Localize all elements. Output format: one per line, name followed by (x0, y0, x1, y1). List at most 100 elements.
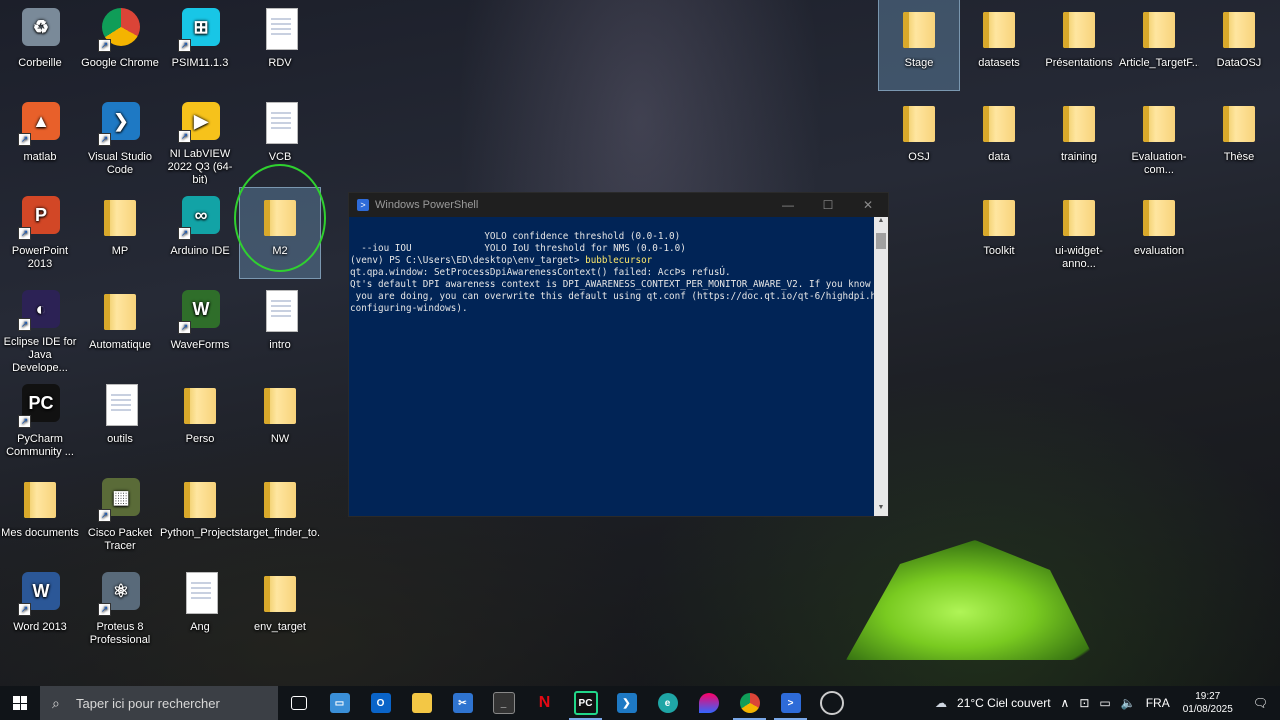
shortcut-arrow-icon: ↗ (98, 603, 111, 616)
language-indicator[interactable]: FRA (1141, 696, 1175, 710)
desktop-icon-datasets[interactable]: datasets (959, 0, 1039, 90)
network-icon[interactable]: ⊡ (1074, 696, 1094, 710)
anaconda-icon[interactable] (688, 686, 729, 720)
folder-icon (1215, 4, 1263, 52)
desktop-icon-th-se[interactable]: Thèse (1199, 94, 1279, 184)
folder-icon (16, 474, 64, 522)
clock[interactable]: 19:27 01/08/2025 (1175, 690, 1241, 716)
desktop-icon-label: DataOSJ (1216, 57, 1262, 69)
shortcut-arrow-icon: ↗ (18, 227, 31, 240)
desktop-icon-training[interactable]: training (1039, 94, 1119, 184)
desktop-icon-toolkit[interactable]: Toolkit (959, 188, 1039, 278)
desktop-icon-pr-sentations[interactable]: Présentations (1039, 0, 1119, 90)
desktop-icon-matlab[interactable]: ▲ ↗ matlab (0, 94, 80, 184)
desktop-icon-label: training (1060, 151, 1098, 163)
folder-icon (1215, 98, 1263, 146)
desktop-icon-cisco-packet-tracer[interactable]: ▦ ↗ Cisco Packet Tracer (80, 470, 160, 560)
edge-icon[interactable]: e (647, 686, 688, 720)
bubblecursor-taskbar-icon[interactable] (811, 686, 852, 720)
powershell-window[interactable]: > Windows PowerShell — ☐ ✕ YOLO confiden… (348, 192, 889, 517)
close-icon[interactable]: ✕ (848, 198, 888, 212)
desktop-icon-label: Evaluation-com... (1131, 151, 1187, 176)
desktop-icon-osj[interactable]: OSJ (879, 94, 959, 184)
scroll-down-icon[interactable]: ▼ (874, 504, 888, 516)
desktop-icon-google-chrome[interactable]: ↗ Google Chrome (80, 0, 160, 90)
weather-text[interactable]: 21°C Ciel couvert (952, 696, 1056, 710)
desktop-icon-proteus-8-professional[interactable]: ⚛ ↗ Proteus 8 Professional (80, 564, 160, 654)
desktop-icon-automatique[interactable]: Automatique (80, 282, 160, 372)
desktop-icon-evaluation-com[interactable]: Evaluation-com... (1119, 94, 1199, 184)
desktop-icon-target-finder-to[interactable]: target_finder_to... (240, 470, 320, 560)
desktop-icon-env-target[interactable]: env_target (240, 564, 320, 654)
folder-icon (975, 4, 1023, 52)
outlook-icon[interactable]: O (360, 686, 401, 720)
desktop-icon-psim11-1-3[interactable]: ⊞ ↗ PSIM11.1.3 (160, 0, 240, 90)
matlab-icon: ▲ ↗ (16, 98, 64, 146)
console-output[interactable]: YOLO confidence threshold (0.0-1.0) --io… (349, 217, 874, 516)
chrome-taskbar-icon[interactable] (729, 686, 770, 720)
shortcut-arrow-icon: ↗ (98, 39, 111, 52)
remote-desktop-icon[interactable]: ▭ (319, 686, 360, 720)
desktop-icon-corbeille[interactable]: ♻ Corbeille (0, 0, 80, 90)
desktop-icon-label: Mes documents (1, 527, 79, 539)
task-view-icon[interactable] (278, 686, 319, 720)
scrollbar-thumb[interactable] (876, 233, 886, 249)
desktop-icon-waveforms[interactable]: W ↗ WaveForms (160, 282, 240, 372)
psim-icon: ⊞ ↗ (176, 4, 224, 52)
volume-icon[interactable]: 🔈 (1116, 696, 1141, 710)
desktop-icon-mes-documents[interactable]: Mes documents (0, 470, 80, 560)
document-icon (256, 4, 304, 52)
desktop-icon-label: matlab (23, 151, 57, 163)
desktop-icon-mp[interactable]: MP (80, 188, 160, 278)
desktop-icon-ni-labview-2022-q3-64-bit[interactable]: ▶ ↗ NI LabVIEW 2022 Q3 (64-bit) (160, 94, 240, 184)
snipping-tool-icon[interactable]: ✂ (442, 686, 483, 720)
desktop-icon-data[interactable]: data (959, 94, 1039, 184)
desktop-icon-dataosj[interactable]: DataOSJ (1199, 0, 1279, 90)
desktop-icon-pycharm-community[interactable]: PC ↗ PyCharm Community ... (0, 376, 80, 466)
desktop-icon-eclipse-ide-for-java-develope[interactable]: ◐ ↗ Eclipse IDE for Java Develope... (0, 282, 80, 372)
weather-icon[interactable]: ☁ (930, 696, 952, 710)
desktop-icon-evaluation[interactable]: evaluation (1119, 188, 1199, 278)
desktop-icon-visual-studio-code[interactable]: ❯ ↗ Visual Studio Code (80, 94, 160, 184)
vertical-scrollbar[interactable]: ▲ ▼ (874, 217, 888, 516)
powershell-titlebar[interactable]: > Windows PowerShell — ☐ ✕ (349, 193, 888, 217)
desktop-icon-stage[interactable]: Stage (878, 0, 960, 91)
terminal-icon[interactable]: _ (483, 686, 524, 720)
desktop-icon-rdv[interactable]: RDV (240, 0, 320, 90)
desktop-icon-ui-widget-anno[interactable]: ui-widget-anno... (1039, 188, 1119, 278)
desktop-icon-perso[interactable]: Perso (160, 376, 240, 466)
desktop-icon-article-targetf[interactable]: Article_TargetF... (1119, 0, 1199, 90)
vscode-taskbar-icon[interactable]: ❯ (606, 686, 647, 720)
start-button[interactable] (0, 686, 40, 720)
taskbar-search[interactable]: ⌕ Taper ici pour rechercher (40, 686, 278, 720)
desktop-icon-label: Thèse (1223, 151, 1255, 163)
desktop-icon-arduino-ide[interactable]: ∞ ↗ Arduino IDE (160, 188, 240, 278)
battery-icon[interactable]: ▭ (1094, 696, 1115, 710)
netflix-icon[interactable]: N (524, 686, 565, 720)
notifications-icon[interactable]: 🗨 (1241, 696, 1280, 710)
chrome-icon: ↗ (96, 4, 144, 52)
desktop-icon-label: target_finder_to... (240, 527, 320, 539)
powershell-taskbar-icon[interactable]: > (770, 686, 811, 720)
folder-icon (1135, 192, 1183, 240)
desktop-icon-label: PyCharm Community ... (6, 433, 74, 458)
desktop-icon-ang[interactable]: Ang (160, 564, 240, 654)
desktop-icon-label: evaluation (1133, 245, 1185, 257)
powerpoint-icon: P ↗ (16, 192, 64, 240)
document-icon (256, 98, 304, 146)
file-explorer-icon[interactable] (401, 686, 442, 720)
minimize-icon[interactable]: — (768, 198, 808, 212)
windows-logo-icon (13, 696, 27, 710)
pycharm-taskbar-icon[interactable]: PC (565, 686, 606, 720)
desktop-icon-powerpoint-2013[interactable]: P ↗ PowerPoint 2013 (0, 188, 80, 278)
desktop-icon-intro[interactable]: intro (240, 282, 320, 372)
desktop-icon-python-projects[interactable]: Python_Projects... (160, 470, 240, 560)
desktop-icon-nw[interactable]: NW (240, 376, 320, 466)
window-title: Windows PowerShell (375, 199, 479, 211)
word-icon: W ↗ (16, 568, 64, 616)
desktop-icon-word-2013[interactable]: W ↗ Word 2013 (0, 564, 80, 654)
maximize-icon[interactable]: ☐ (808, 198, 848, 212)
chevron-up-icon[interactable]: ∧ (1056, 696, 1075, 710)
scroll-up-icon[interactable]: ▲ (874, 217, 888, 229)
desktop-icon-outils[interactable]: outils (80, 376, 160, 466)
